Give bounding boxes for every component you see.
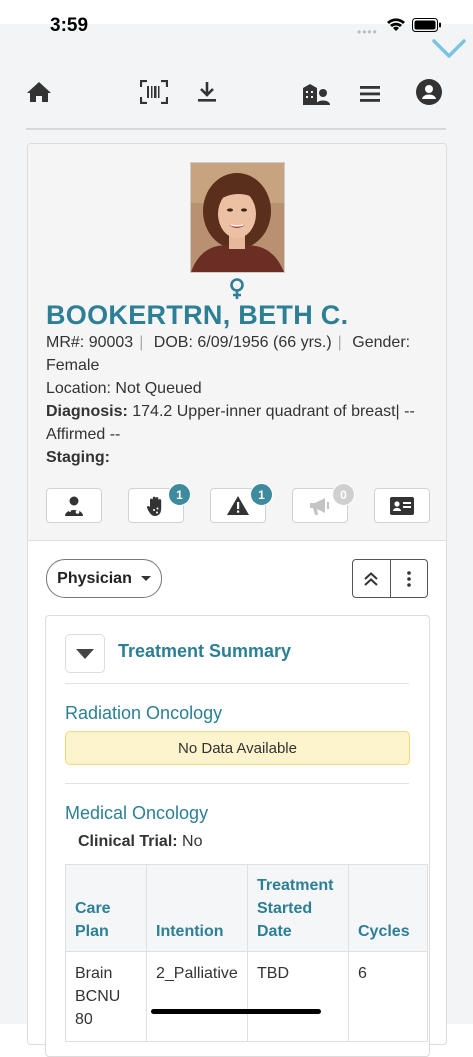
column-header-intention: Intention bbox=[146, 864, 248, 952]
allergy-hand-icon bbox=[146, 496, 162, 516]
role-dropdown[interactable]: Physician bbox=[46, 559, 162, 598]
gender-label: Gender: bbox=[352, 334, 411, 351]
cellular-dots: •••• bbox=[357, 25, 378, 39]
clinical-trial-label: Clinical Trial: bbox=[78, 833, 178, 850]
location-label: Location: bbox=[46, 380, 111, 397]
separator: | bbox=[139, 334, 144, 351]
cell-care-plan: Brain BCNU 80 bbox=[65, 951, 147, 1042]
announcements-button[interactable]: 0 bbox=[292, 483, 355, 523]
summary-actions bbox=[352, 559, 428, 598]
demographics-button[interactable] bbox=[374, 488, 430, 523]
patient-photo bbox=[190, 162, 285, 273]
allergies-count-badge: 1 bbox=[168, 483, 191, 506]
announcement-icon bbox=[310, 497, 330, 515]
dob-label: DOB: bbox=[153, 334, 193, 351]
summary-title: Treatment Summary bbox=[118, 641, 292, 661]
role-selected: Physician bbox=[57, 569, 132, 587]
gender-value: Female bbox=[46, 357, 100, 374]
toggle-summary-button[interactable] bbox=[65, 634, 105, 673]
download-icon[interactable] bbox=[193, 78, 221, 106]
patient-header: BOOKERTRN, BETH C. MR#: 90003 | DOB: 6/09… bbox=[28, 144, 446, 541]
patient-diagnosis: Diagnosis: 174.2 Upper-inner quadrant of… bbox=[46, 400, 434, 446]
column-header-started: Treatment Started Date bbox=[247, 864, 349, 952]
facility-users-icon[interactable] bbox=[302, 80, 330, 108]
female-gender-icon bbox=[230, 278, 244, 299]
alerts-button[interactable]: 1 bbox=[210, 483, 273, 523]
announcements-count-badge: 0 bbox=[332, 483, 355, 506]
toolbar-divider bbox=[26, 128, 446, 130]
table-header-row: Care Plan Intention Treatment Started Da… bbox=[65, 864, 428, 952]
warning-icon bbox=[227, 496, 249, 515]
more-options-button[interactable] bbox=[391, 560, 428, 597]
mr-label: MR#: bbox=[46, 334, 85, 351]
collapse-all-button[interactable] bbox=[353, 560, 391, 597]
chevron-down-icon[interactable] bbox=[432, 38, 466, 60]
column-header-cycles: Cycles bbox=[348, 864, 428, 952]
double-chevron-up-icon bbox=[364, 571, 378, 586]
caret-down-icon bbox=[140, 576, 151, 581]
mr-value: 90003 bbox=[88, 334, 134, 351]
id-card-icon bbox=[390, 496, 414, 515]
user-account-icon[interactable] bbox=[415, 78, 443, 106]
column-header-care-plan: Care Plan bbox=[65, 864, 147, 952]
allergies-button[interactable]: 1 bbox=[128, 483, 191, 523]
patient-name: BOOKERTRN, BETH C. bbox=[46, 300, 349, 330]
status-time: 3:59 bbox=[50, 15, 89, 36]
divider bbox=[65, 783, 409, 784]
more-vertical-icon bbox=[406, 570, 411, 587]
clinical-trial: Clinical Trial: No bbox=[78, 833, 203, 851]
patient-identifiers: MR#: 90003 | DOB: 6/09/1956 (66 yrs.) | Ge… bbox=[46, 331, 434, 377]
patient-card: BOOKERTRN, BETH C. MR#: 90003 | DOB: 6/09… bbox=[27, 143, 447, 1057]
clinical-trial-value: No bbox=[182, 833, 203, 850]
radiation-oncology-heading: Radiation Oncology bbox=[65, 703, 223, 723]
diagnosis-status: Affirmed -- bbox=[46, 426, 121, 443]
medical-oncology-heading: Medical Oncology bbox=[65, 803, 209, 823]
cell-intention: 2_Palliative bbox=[146, 951, 248, 1042]
home-indicator bbox=[151, 1009, 321, 1014]
wifi-icon bbox=[387, 18, 405, 31]
battery-icon bbox=[412, 18, 441, 32]
divider bbox=[65, 683, 409, 684]
cell-cycles: 6 bbox=[348, 951, 428, 1042]
physician-icon bbox=[65, 496, 83, 516]
dob-value: 6/09/1956 (66 yrs.) bbox=[197, 334, 332, 351]
cell-started: TBD bbox=[247, 951, 349, 1042]
location-value: Not Queued bbox=[115, 380, 202, 397]
no-data-alert: No Data Available bbox=[65, 731, 410, 765]
diagnosis-value: 174.2 Upper-inner quadrant of breast| -- bbox=[132, 403, 415, 420]
table-row[interactable]: Brain BCNU 80 2_Palliative TBD 6 bbox=[65, 951, 428, 1042]
patient-staging: Staging: bbox=[46, 446, 110, 469]
separator: | bbox=[337, 334, 342, 351]
physician-button[interactable] bbox=[46, 488, 102, 523]
staging-label: Staging: bbox=[46, 449, 110, 466]
diagnosis-label: Diagnosis: bbox=[46, 403, 128, 420]
menu-icon[interactable] bbox=[356, 80, 384, 108]
alerts-count-badge: 1 bbox=[250, 483, 273, 506]
treatment-table: Care Plan Intention Treatment Started Da… bbox=[65, 864, 428, 1042]
treatment-summary-panel: Treatment Summary Radiation Oncology No … bbox=[45, 615, 430, 1057]
barcode-scan-icon[interactable] bbox=[140, 78, 168, 106]
caret-down-icon bbox=[76, 648, 94, 659]
patient-location: Location: Not Queued bbox=[46, 377, 202, 400]
home-icon[interactable] bbox=[25, 78, 53, 106]
